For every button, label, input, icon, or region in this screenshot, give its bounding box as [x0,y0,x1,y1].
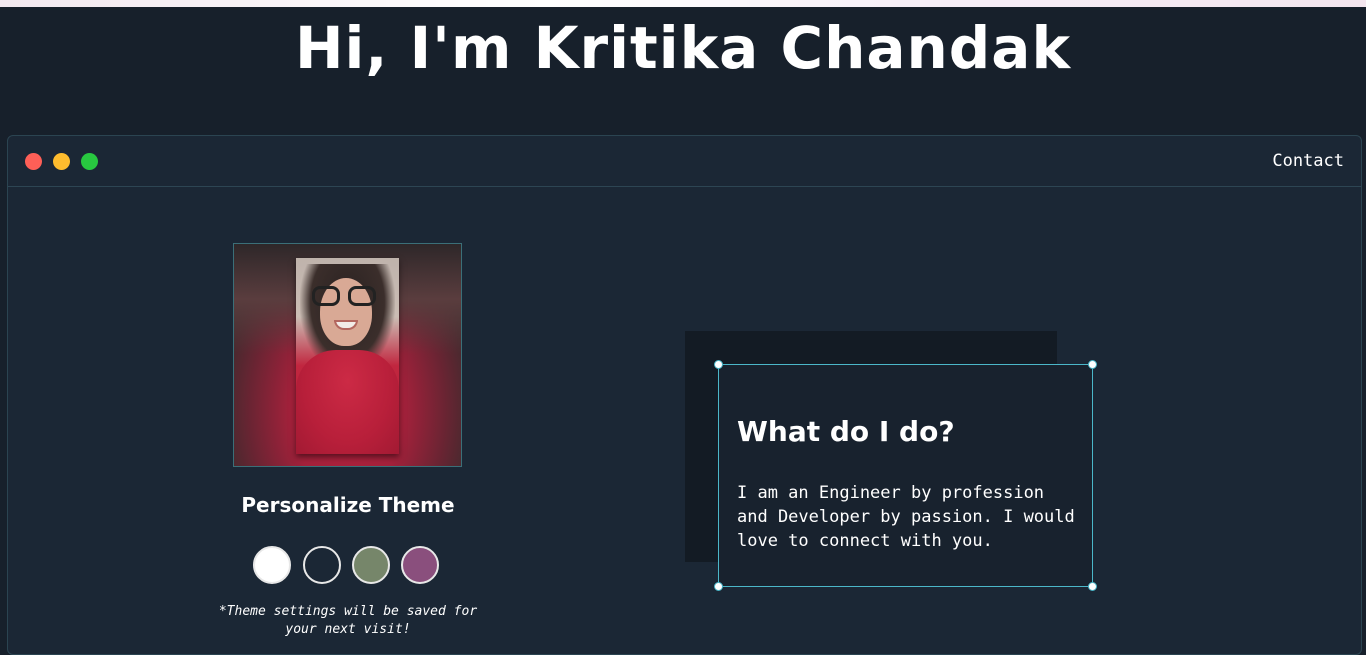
resize-handle-top-left[interactable] [714,360,723,369]
top-strip [0,0,1366,7]
page-title: Hi, I'm Kritika Chandak [294,14,1072,82]
browser-window: Contact Personalize Theme *Theme setting… [7,135,1362,655]
photo-portrait [296,258,399,454]
resize-handle-bottom-right[interactable] [1088,582,1097,591]
theme-swatch-sage[interactable] [352,546,390,584]
window-titlebar: Contact [8,136,1361,187]
theme-swatches [253,546,443,584]
minimize-window-button[interactable] [53,153,70,170]
theme-swatch-plum[interactable] [401,546,439,584]
profile-photo [233,243,462,467]
personalize-theme-heading: Personalize Theme [241,493,455,517]
theme-swatch-dark[interactable] [303,546,341,584]
theme-note: *Theme settings will be saved for your n… [218,604,478,637]
theme-swatch-white[interactable] [253,546,291,584]
resize-handle-top-right[interactable] [1088,360,1097,369]
contact-link[interactable]: Contact [1272,151,1344,171]
about-card: What do I do? I am an Engineer by profes… [714,360,1097,591]
about-body: I am an Engineer by profession and Devel… [737,483,1075,551]
about-heading: What do I do? [737,415,955,448]
resize-handle-bottom-left[interactable] [714,582,723,591]
maximize-window-button[interactable] [81,153,98,170]
close-window-button[interactable] [25,153,42,170]
